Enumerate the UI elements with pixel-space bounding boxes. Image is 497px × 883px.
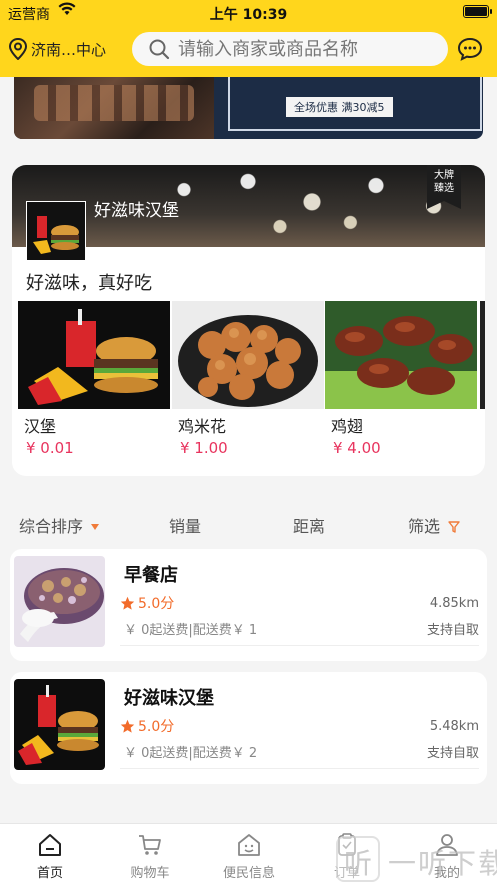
shop-list-item[interactable]: 早餐店 5.0分 4.85km ￥ 0起送费|配送费￥ 1 支持自取 [10,549,487,661]
shop-name: 好滋味汉堡 [124,688,214,709]
product-price: ¥ 1.00 [180,439,228,457]
shop-distance: 4.85km [429,596,479,611]
product-name: 汉堡 [24,417,57,436]
status-bar: 运营商 上午 10:39 [0,0,497,26]
shop-name: 早餐店 [124,565,178,586]
sort-default[interactable]: 综合排序 [19,513,100,537]
watermark: 听 一听下载 [336,836,497,883]
filter-funnel-icon [448,521,460,533]
featured-shop-card[interactable]: 好滋味汉堡 大牌 臻选 好滋味，真好吃 汉堡 ¥ 0.01 鸡米花 ¥ 1.00… [12,165,485,476]
product-name: 鸡翅 [331,417,364,436]
premium-badge: 大牌 臻选 [427,165,461,209]
cart-icon [139,835,161,855]
sort-bar: 综合排序 销量 距离 筛选 [0,505,497,541]
location-selector[interactable]: 济南…中心 [8,36,106,62]
search-icon [149,39,170,60]
product-item[interactable]: 鸡米花 ¥ 1.00 [172,301,324,457]
tab-info-label: 便民信息 [222,866,275,881]
chat-bubble-icon[interactable] [457,37,483,61]
shop-list-item[interactable]: 好滋味汉堡 5.0分 5.48km ￥ 0起送费|配送费￥ 2 支持自取 [10,672,487,784]
shop-rating: 5.0分 [120,593,174,613]
filter-label: 筛选 [408,517,441,536]
product-price: ¥ 0.01 [26,439,74,457]
tab-home[interactable]: 首页 [10,832,90,881]
shop-pickup-tag: 支持自取 [426,746,479,761]
product-image-burger [18,301,170,409]
star-icon [120,596,135,610]
hero-lights [152,165,472,247]
product-price: ¥ 4.00 [333,439,381,457]
shop-rating-value: 5.0分 [138,596,175,612]
featured-slogan: 好滋味，真好吃 [26,273,152,294]
clock: 上午 10:39 [209,7,288,23]
tab-cart[interactable]: 购物车 [110,832,190,881]
divider [120,768,479,769]
caret-down-icon [91,524,100,530]
shop-distance: 5.48km [429,719,479,734]
promo-banner[interactable]: 全场优惠 满30减5 [14,77,483,139]
shop-rating: 5.0分 [120,716,174,736]
product-name: 鸡米花 [178,417,227,436]
info-house-icon [238,834,260,856]
shop-image-breakfast [14,556,105,647]
watermark-logo: 听 [336,836,380,882]
home-icon [39,834,61,856]
premium-badge-text: 大牌 臻选 [434,170,454,194]
watermark-text: 一听下载 [388,847,497,880]
filter-button[interactable]: 筛选 [408,513,460,537]
tab-info[interactable]: 便民信息 [209,832,289,881]
search-input[interactable] [178,38,438,60]
banner-promo-text: 全场优惠 满30减5 [286,97,393,117]
shop-delivery-fee: ￥ 0起送费|配送费￥ 2 [124,746,258,761]
banner-food-image [14,77,214,139]
search-bar[interactable] [132,32,448,66]
product-item[interactable]: 鸡翅 ¥ 4.00 [325,301,477,457]
sort-default-label: 综合排序 [19,517,84,536]
product-image-popcorn-chicken [172,301,324,409]
app-header: 运营商 上午 10:39 济南…中心 [0,0,497,77]
shop-rating-value: 5.0分 [138,719,175,735]
divider [120,645,479,646]
star-icon [120,719,135,733]
next-product-peek [480,301,485,409]
featured-shop-name: 好滋味汉堡 [94,201,179,221]
product-item[interactable]: 汉堡 ¥ 0.01 [18,301,170,457]
location-pin-icon [8,38,28,60]
shop-delivery-fee: ￥ 0起送费|配送费￥ 1 [124,623,258,638]
tab-cart-label: 购物车 [130,866,170,881]
sort-sales[interactable]: 销量 [169,513,201,537]
battery-icon [463,5,492,18]
product-image-chicken-wings [325,301,477,409]
watermark-glyph: 听 [344,847,373,880]
shop-image-burger [14,679,105,770]
featured-shop-logo [26,201,86,261]
tab-home-label: 首页 [36,866,63,881]
shop-pickup-tag: 支持自取 [426,623,479,638]
location-label: 济南…中心 [31,40,107,59]
sort-distance[interactable]: 距离 [293,513,325,537]
